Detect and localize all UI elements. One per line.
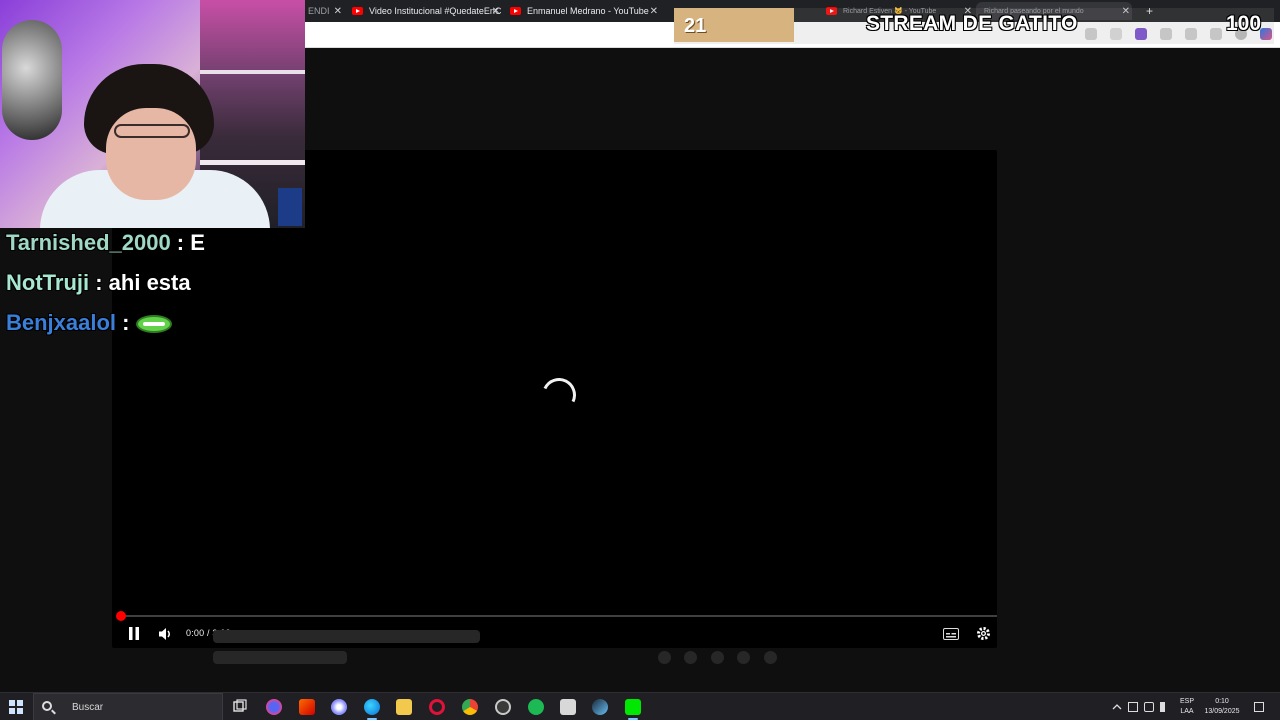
tab-title: ENDI bbox=[308, 6, 330, 16]
edge-app-icon[interactable] bbox=[364, 699, 380, 720]
chat-text: E bbox=[190, 230, 205, 255]
taskbar: Buscar ESP LAA 0:10 13/09/2025 bbox=[0, 692, 1280, 720]
tab-title: Enmanuel Medrano - YouTube bbox=[527, 6, 649, 16]
windows-start-icon[interactable] bbox=[9, 700, 23, 714]
browser-app-icon[interactable] bbox=[331, 699, 347, 715]
kick-app-icon[interactable] bbox=[625, 699, 641, 720]
screen: ENDI ✕ Video Institucional #QuedateEnC ✕… bbox=[0, 0, 1280, 720]
chat-message: NotTruji : ahi esta bbox=[6, 270, 191, 296]
pc-case bbox=[278, 188, 302, 226]
stream-goal: 100 bbox=[1226, 12, 1262, 35]
browser-tab[interactable]: ENDI ✕ bbox=[300, 2, 344, 20]
chat-username: NotTruji bbox=[6, 270, 90, 295]
volume-icon[interactable] bbox=[158, 627, 174, 641]
calendar-app-icon[interactable] bbox=[560, 699, 576, 715]
action-skeleton bbox=[764, 651, 777, 664]
media-app-icon[interactable] bbox=[299, 699, 315, 715]
opera-app-icon[interactable] bbox=[429, 699, 445, 715]
search-icon bbox=[42, 701, 52, 711]
file-explorer-icon[interactable] bbox=[396, 699, 412, 715]
discord-app-icon[interactable] bbox=[266, 699, 282, 715]
glasses-icon bbox=[114, 124, 190, 138]
action-skeleton bbox=[737, 651, 750, 664]
microphone-icon bbox=[2, 20, 62, 140]
action-skeleton bbox=[711, 651, 724, 664]
speaker-icon[interactable] bbox=[1160, 702, 1170, 712]
chat-separator: : bbox=[116, 310, 136, 335]
chat-username: Tarnished_2000 bbox=[6, 230, 171, 255]
youtube-icon bbox=[352, 7, 363, 15]
notification-icon[interactable] bbox=[1254, 702, 1264, 712]
action-skeleton bbox=[658, 651, 671, 664]
streamer-face bbox=[106, 108, 196, 200]
close-icon[interactable]: ✕ bbox=[650, 6, 658, 17]
subtitles-icon[interactable] bbox=[943, 628, 959, 640]
spotify-app-icon[interactable] bbox=[528, 699, 544, 715]
browser-tab[interactable]: Enmanuel Medrano - YouTube ✕ bbox=[502, 2, 660, 20]
keyboard-layout: LAA bbox=[1180, 708, 1194, 715]
loading-spinner-icon bbox=[537, 373, 581, 417]
webcam-overlay bbox=[0, 0, 305, 228]
language-indicator[interactable]: ESP LAA bbox=[1178, 697, 1196, 717]
chat-separator: : bbox=[170, 230, 191, 255]
taskbar-search[interactable]: Buscar bbox=[33, 693, 223, 720]
clock-date: 13/09/2025 bbox=[1204, 708, 1240, 715]
webcam-shelf bbox=[200, 70, 305, 74]
action-skeleton bbox=[684, 651, 697, 664]
follower-count: 21 bbox=[684, 15, 707, 37]
webcam-shelf bbox=[200, 160, 305, 165]
chat-separator: : bbox=[89, 270, 109, 295]
chrome-app-icon[interactable] bbox=[462, 699, 478, 715]
tray-app-icon[interactable] bbox=[1128, 702, 1138, 712]
progress-bar[interactable] bbox=[120, 615, 997, 617]
channel-skeleton bbox=[213, 651, 347, 664]
youtube-icon bbox=[510, 7, 521, 15]
language-code: ESP bbox=[1179, 698, 1194, 705]
search-placeholder: Buscar bbox=[72, 702, 104, 713]
chat-text: ahi esta bbox=[108, 270, 191, 295]
pause-icon[interactable] bbox=[128, 627, 140, 640]
settings-gear-icon[interactable] bbox=[976, 626, 991, 641]
chat-username: Benjxaalol bbox=[6, 310, 117, 335]
title-skeleton bbox=[213, 630, 480, 643]
tab-title: Video Institucional #QuedateEnC bbox=[369, 6, 502, 16]
green-lips-emote-icon bbox=[135, 315, 172, 334]
follower-counter: 21 bbox=[674, 8, 794, 42]
chevron-up-icon[interactable] bbox=[1112, 702, 1122, 712]
clock-time: 0:10 bbox=[1215, 698, 1229, 705]
steam-app-icon[interactable] bbox=[592, 699, 608, 715]
browser-tab[interactable]: Video Institucional #QuedateEnC ✕ bbox=[344, 2, 502, 20]
chat-message: Benjxaalol : bbox=[6, 310, 172, 336]
network-icon[interactable] bbox=[1144, 702, 1154, 712]
system-clock[interactable]: 0:10 13/09/2025 bbox=[1200, 697, 1244, 717]
chat-message: Tarnished_2000 : E bbox=[6, 230, 205, 256]
close-icon[interactable]: ✕ bbox=[334, 6, 342, 17]
stream-title: STREAM DE GATITO bbox=[866, 12, 1078, 35]
task-view-icon[interactable] bbox=[232, 699, 248, 715]
close-icon[interactable]: ✕ bbox=[492, 6, 500, 17]
obs-app-icon[interactable] bbox=[495, 699, 511, 715]
